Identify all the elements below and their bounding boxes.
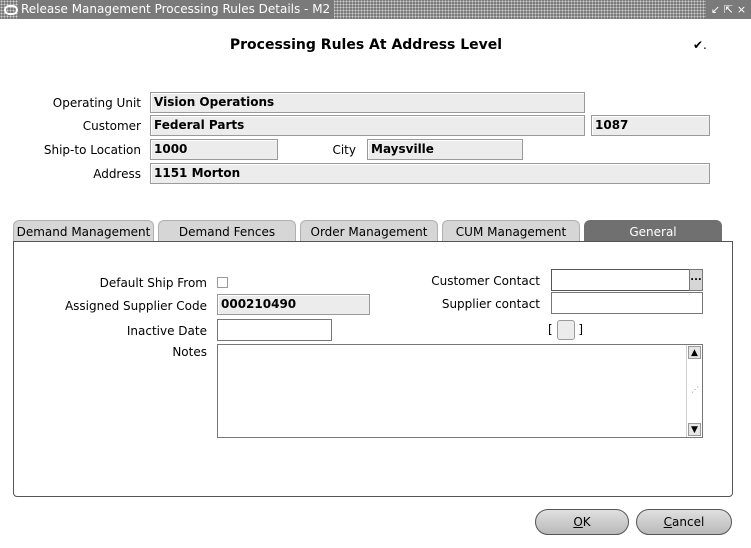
ok-mnemonic: O bbox=[573, 515, 583, 529]
notes-textarea[interactable]: ▲ ⋰ ▼ bbox=[217, 344, 703, 438]
cancel-mnemonic: C bbox=[663, 515, 673, 529]
address-field[interactable]: 1151 Morton bbox=[150, 163, 710, 184]
scroll-up-icon[interactable]: ▲ bbox=[688, 346, 701, 359]
window-titlebar[interactable]: Release Management Processing Rules Deta… bbox=[0, 0, 751, 19]
page-title: Processing Rules At Address Level bbox=[229, 37, 503, 53]
tab-general[interactable]: General bbox=[584, 220, 722, 242]
app-icon bbox=[4, 4, 18, 15]
default-ship-from-checkbox[interactable] bbox=[217, 277, 228, 288]
operating-unit-label: Operating Unit bbox=[52, 96, 141, 110]
flexfield-open-bracket: [ bbox=[548, 322, 553, 337]
flexfield-close-bracket: ] bbox=[578, 322, 584, 337]
ship-to-location-label: Ship-to Location bbox=[43, 143, 141, 157]
customer-label: Customer bbox=[82, 119, 141, 133]
customer-contact-label: Customer Contact bbox=[431, 274, 540, 288]
minimize-icon[interactable]: ↙ bbox=[709, 0, 722, 19]
customer-contact-lov-button[interactable]: ... bbox=[689, 269, 703, 291]
customer-contact-input[interactable] bbox=[551, 269, 690, 291]
address-label: Address bbox=[93, 167, 141, 181]
city-label: City bbox=[332, 143, 356, 157]
supplier-contact-label: Supplier contact bbox=[441, 297, 540, 311]
assigned-supplier-code-label: Assigned Supplier Code bbox=[64, 299, 207, 313]
cancel-button[interactable]: Cancel bbox=[636, 509, 732, 535]
inactive-date-input[interactable] bbox=[217, 319, 332, 341]
tab-cum-management[interactable]: CUM Management bbox=[442, 220, 580, 242]
customer-field[interactable]: Federal Parts bbox=[150, 115, 585, 136]
descriptive-flexfield[interactable]: [ ] bbox=[548, 320, 583, 340]
ship-to-location-field[interactable]: 1000 bbox=[150, 139, 278, 160]
check-mark-icon[interactable]: ✔. bbox=[693, 38, 707, 52]
scroll-down-icon[interactable]: ▼ bbox=[688, 423, 701, 436]
default-ship-from-label: Default Ship From bbox=[99, 276, 207, 290]
customer-number-field[interactable]: 1087 bbox=[591, 115, 710, 136]
notes-label: Notes bbox=[172, 345, 207, 359]
supplier-contact-input[interactable] bbox=[551, 292, 703, 314]
tab-demand-management[interactable]: Demand Management bbox=[13, 220, 154, 242]
ok-label-rest: K bbox=[582, 515, 591, 529]
scroll-grip-icon[interactable]: ⋰ bbox=[691, 385, 699, 394]
city-field[interactable]: Maysville bbox=[367, 139, 523, 160]
ok-button[interactable]: OK bbox=[535, 509, 629, 535]
cancel-label-rest: ancel bbox=[672, 515, 705, 529]
inactive-date-label: Inactive Date bbox=[126, 324, 207, 338]
assigned-supplier-code-field[interactable]: 000210490 bbox=[217, 294, 370, 315]
tab-order-management[interactable]: Order Management bbox=[300, 220, 438, 242]
tab-demand-fences[interactable]: Demand Fences bbox=[158, 220, 296, 242]
notes-scrollbar[interactable]: ▲ ⋰ ▼ bbox=[686, 345, 702, 437]
operating-unit-field[interactable]: Vision Operations bbox=[150, 92, 585, 113]
close-icon[interactable]: × bbox=[735, 0, 748, 19]
window-title: Release Management Processing Rules Deta… bbox=[18, 0, 335, 19]
maximize-icon[interactable]: ⇱ bbox=[722, 0, 735, 19]
flexfield-box[interactable] bbox=[556, 320, 575, 340]
